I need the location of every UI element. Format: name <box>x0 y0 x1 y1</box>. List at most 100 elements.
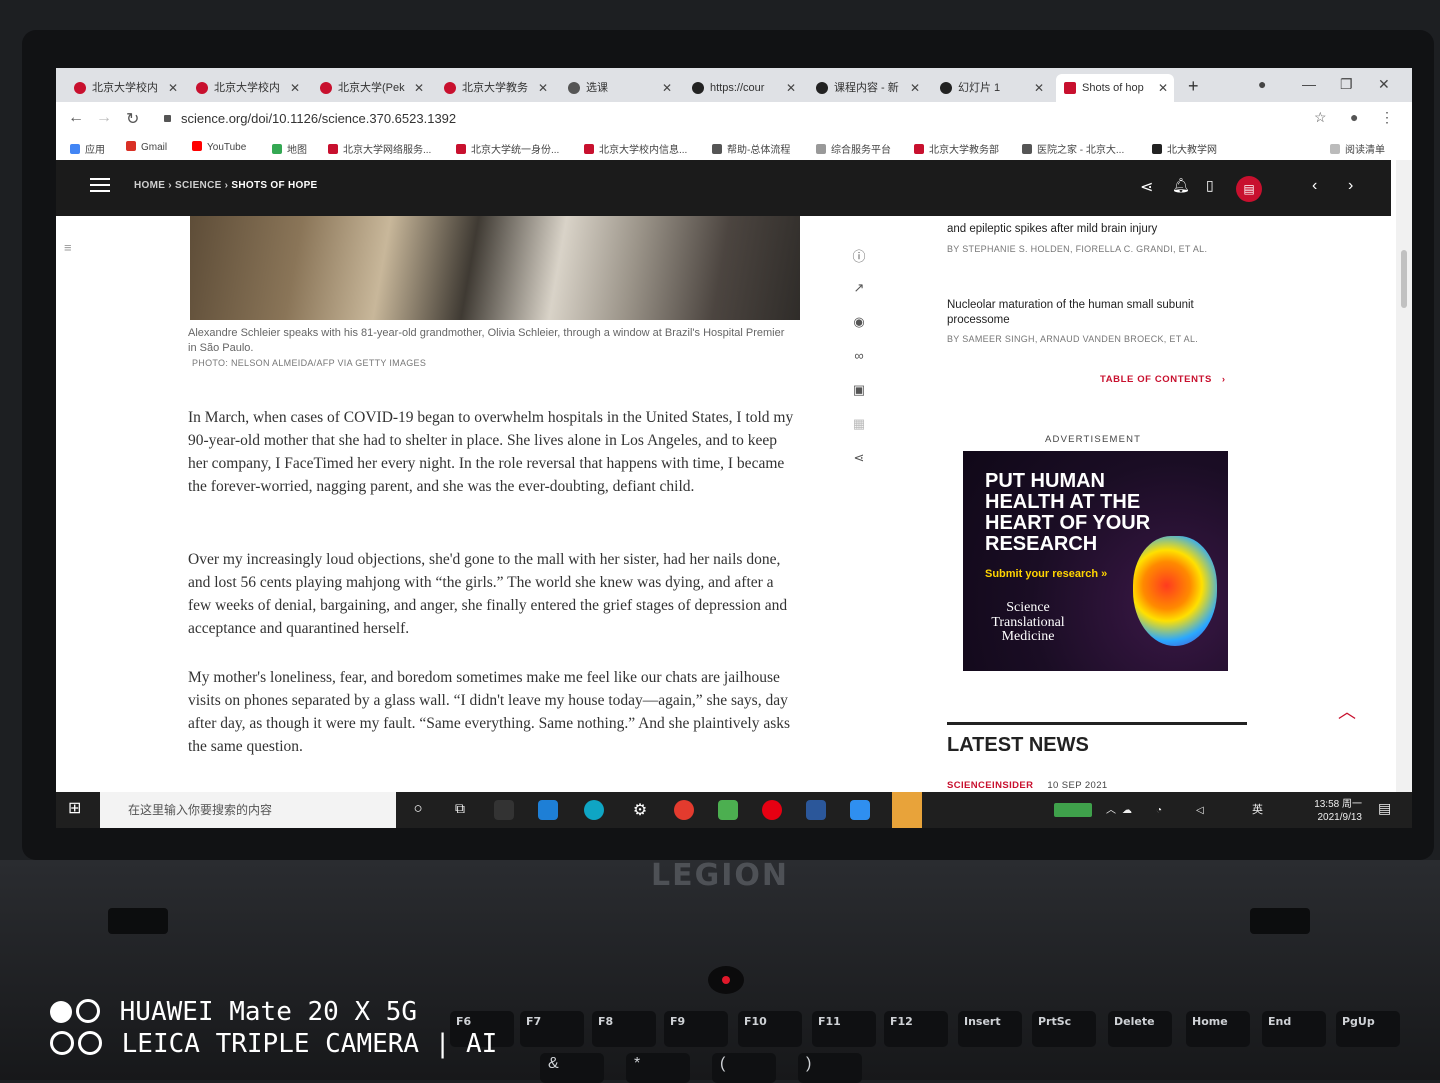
key[interactable]: & <box>540 1053 604 1083</box>
breadcrumb-section-link[interactable]: SCIENCE <box>175 180 222 191</box>
app-icon[interactable] <box>850 800 870 820</box>
close-tab-icon[interactable]: ✕ <box>910 74 920 102</box>
battery-widget[interactable] <box>1054 803 1092 817</box>
bookmark-item[interactable]: 北大教学网 <box>1152 141 1217 156</box>
scrollbar-thumb[interactable] <box>1401 250 1407 308</box>
clock[interactable]: 13:58 周一 2021/9/13 <box>1302 798 1362 824</box>
chrome-icon[interactable] <box>674 800 694 820</box>
browser-tab[interactable]: 北京大学校内 ✕ <box>66 74 184 102</box>
close-tab-icon[interactable]: ✕ <box>1034 74 1044 102</box>
close-tab-icon[interactable]: ✕ <box>538 74 548 102</box>
cortana-icon[interactable]: ○ <box>408 800 428 820</box>
weibo-icon[interactable] <box>762 800 782 820</box>
key[interactable]: F12 <box>884 1011 948 1047</box>
key[interactable]: PgUp <box>1336 1011 1400 1047</box>
close-tab-icon[interactable]: ✕ <box>786 74 796 102</box>
new-tab-button[interactable]: + <box>1188 76 1199 97</box>
back-to-top-icon[interactable]: ︿ <box>1338 698 1356 724</box>
related-article-title[interactable]: and epileptic spikes after mild brain in… <box>947 222 1247 237</box>
metrics-icon[interactable]: ↗ <box>851 280 867 314</box>
settings-gear-icon[interactable]: ⚙ <box>630 800 650 820</box>
outline-toggle-icon[interactable]: ≡ <box>64 240 72 255</box>
browser-tab[interactable]: 选课 ✕ <box>560 74 678 102</box>
bell-icon[interactable]: 🔔︎ <box>1172 177 1190 194</box>
bookmark-item[interactable]: 北京大学校内信息... <box>584 141 687 156</box>
key[interactable]: Insert <box>958 1011 1022 1047</box>
key[interactable]: * <box>626 1053 690 1083</box>
image-icon[interactable]: ▣ <box>851 382 867 416</box>
bookmark-item[interactable]: 北京大学教务部 <box>914 141 999 156</box>
key[interactable]: PrtSc <box>1032 1011 1096 1047</box>
pdf-icon[interactable]: ▤ <box>1236 176 1262 202</box>
reading-list-button[interactable]: 阅读清单 <box>1330 141 1385 156</box>
key[interactable]: F7 <box>520 1011 584 1047</box>
key[interactable]: Home <box>1186 1011 1250 1047</box>
key[interactable]: End <box>1262 1011 1326 1047</box>
reload-icon[interactable]: ↻ <box>126 109 139 129</box>
key[interactable]: Delete <box>1108 1011 1172 1047</box>
menu-kebab-icon[interactable]: ⋮ <box>1380 109 1394 126</box>
ad-cta[interactable]: Submit your research » <box>985 568 1107 580</box>
wechat-icon[interactable] <box>892 792 922 828</box>
key[interactable]: ) <box>798 1053 862 1083</box>
bookmark-item[interactable]: 北京大学网络服务... <box>328 141 431 156</box>
close-window-icon[interactable]: ✕ <box>1378 76 1390 93</box>
previous-article-icon[interactable]: ‹ <box>1312 177 1317 195</box>
taskbar-search[interactable]: 在这里输入你要搜索的内容 <box>100 792 396 828</box>
breadcrumb-home-link[interactable]: HOME <box>134 180 165 191</box>
advertisement-banner[interactable]: PUT HUMAN HEALTH AT THE HEART OF YOUR RE… <box>963 451 1228 671</box>
share-icon[interactable]: ⋖ <box>851 450 867 484</box>
minimize-icon[interactable]: — <box>1302 76 1316 92</box>
browser-tab[interactable]: 北京大学教务 ✕ <box>436 74 554 102</box>
bookmark-icon[interactable]: ▯ <box>1206 177 1214 194</box>
bookmark-item[interactable]: 帮助-总体流程 <box>712 141 790 156</box>
back-icon[interactable]: ← <box>68 109 84 127</box>
eye-icon[interactable]: ◉ <box>851 314 867 348</box>
word-icon[interactable] <box>806 800 826 820</box>
profile-icon[interactable]: ● <box>1258 76 1266 92</box>
browser-tab[interactable]: 幻灯片 1 ✕ <box>932 74 1050 102</box>
key[interactable]: F8 <box>592 1011 656 1047</box>
bookmark-item[interactable]: 综合服务平台 <box>816 141 891 156</box>
ie-icon[interactable] <box>538 800 558 820</box>
tray-up-arrow-icon[interactable]: ︿ <box>1106 804 1116 817</box>
app-icon[interactable] <box>718 800 738 820</box>
news-tag[interactable]: SCIENCEINSIDER <box>947 780 1033 791</box>
hamburger-menu-icon[interactable] <box>90 178 110 192</box>
key[interactable]: F10 <box>738 1011 802 1047</box>
account-icon[interactable]: ● <box>1350 109 1358 125</box>
table-of-contents-link[interactable]: TABLE OF CONTENTS › <box>1100 374 1226 385</box>
bookmark-item[interactable]: 应用 <box>70 141 105 156</box>
link-icon[interactable]: ∞ <box>851 348 867 382</box>
key[interactable]: F9 <box>664 1011 728 1047</box>
close-tab-icon[interactable]: ✕ <box>168 74 178 102</box>
close-tab-icon[interactable]: ✕ <box>662 74 672 102</box>
next-article-icon[interactable]: › <box>1348 177 1353 195</box>
windows-start-icon[interactable]: ⊞ <box>68 798 88 818</box>
page-scrollbar[interactable] <box>1396 160 1412 792</box>
input-method[interactable]: 英 <box>1252 804 1263 817</box>
browser-tab-active[interactable]: Shots of hop ✕ <box>1056 74 1174 102</box>
browser-tab[interactable]: 课程内容 - 新 ✕ <box>808 74 926 102</box>
bookmark-item[interactable]: 地图 <box>272 141 307 156</box>
key[interactable]: ( <box>712 1053 776 1083</box>
network-icon[interactable]: ☁ <box>1122 804 1132 817</box>
wifi-icon[interactable]: ◔ <box>1156 804 1162 817</box>
key[interactable]: F11 <box>812 1011 876 1047</box>
edge-icon[interactable] <box>584 800 604 820</box>
bookmark-item[interactable]: 医院之家 - 北京大... <box>1022 141 1124 156</box>
bookmark-item[interactable]: Gmail <box>126 141 167 153</box>
notification-icon[interactable]: ▤ <box>1378 801 1391 815</box>
app-icon[interactable] <box>494 800 514 820</box>
forward-icon[interactable]: → <box>96 109 112 127</box>
bookmark-item[interactable]: 北京大学统一身份... <box>456 141 559 156</box>
browser-tab[interactable]: https://cour ✕ <box>684 74 802 102</box>
volume-icon[interactable]: ◁ <box>1196 804 1204 817</box>
browser-tab[interactable]: 北京大学(Pek ✕ <box>312 74 430 102</box>
related-article-title[interactable]: Nucleolar maturation of the human small … <box>947 298 1247 328</box>
table-icon[interactable]: ▦ <box>851 416 867 450</box>
restore-icon[interactable]: ❐ <box>1340 76 1353 93</box>
share-icon[interactable]: ⋖ <box>1140 177 1153 197</box>
info-icon[interactable]: ⓘ <box>851 246 867 280</box>
task-view-icon[interactable]: ⧉ <box>450 800 470 820</box>
